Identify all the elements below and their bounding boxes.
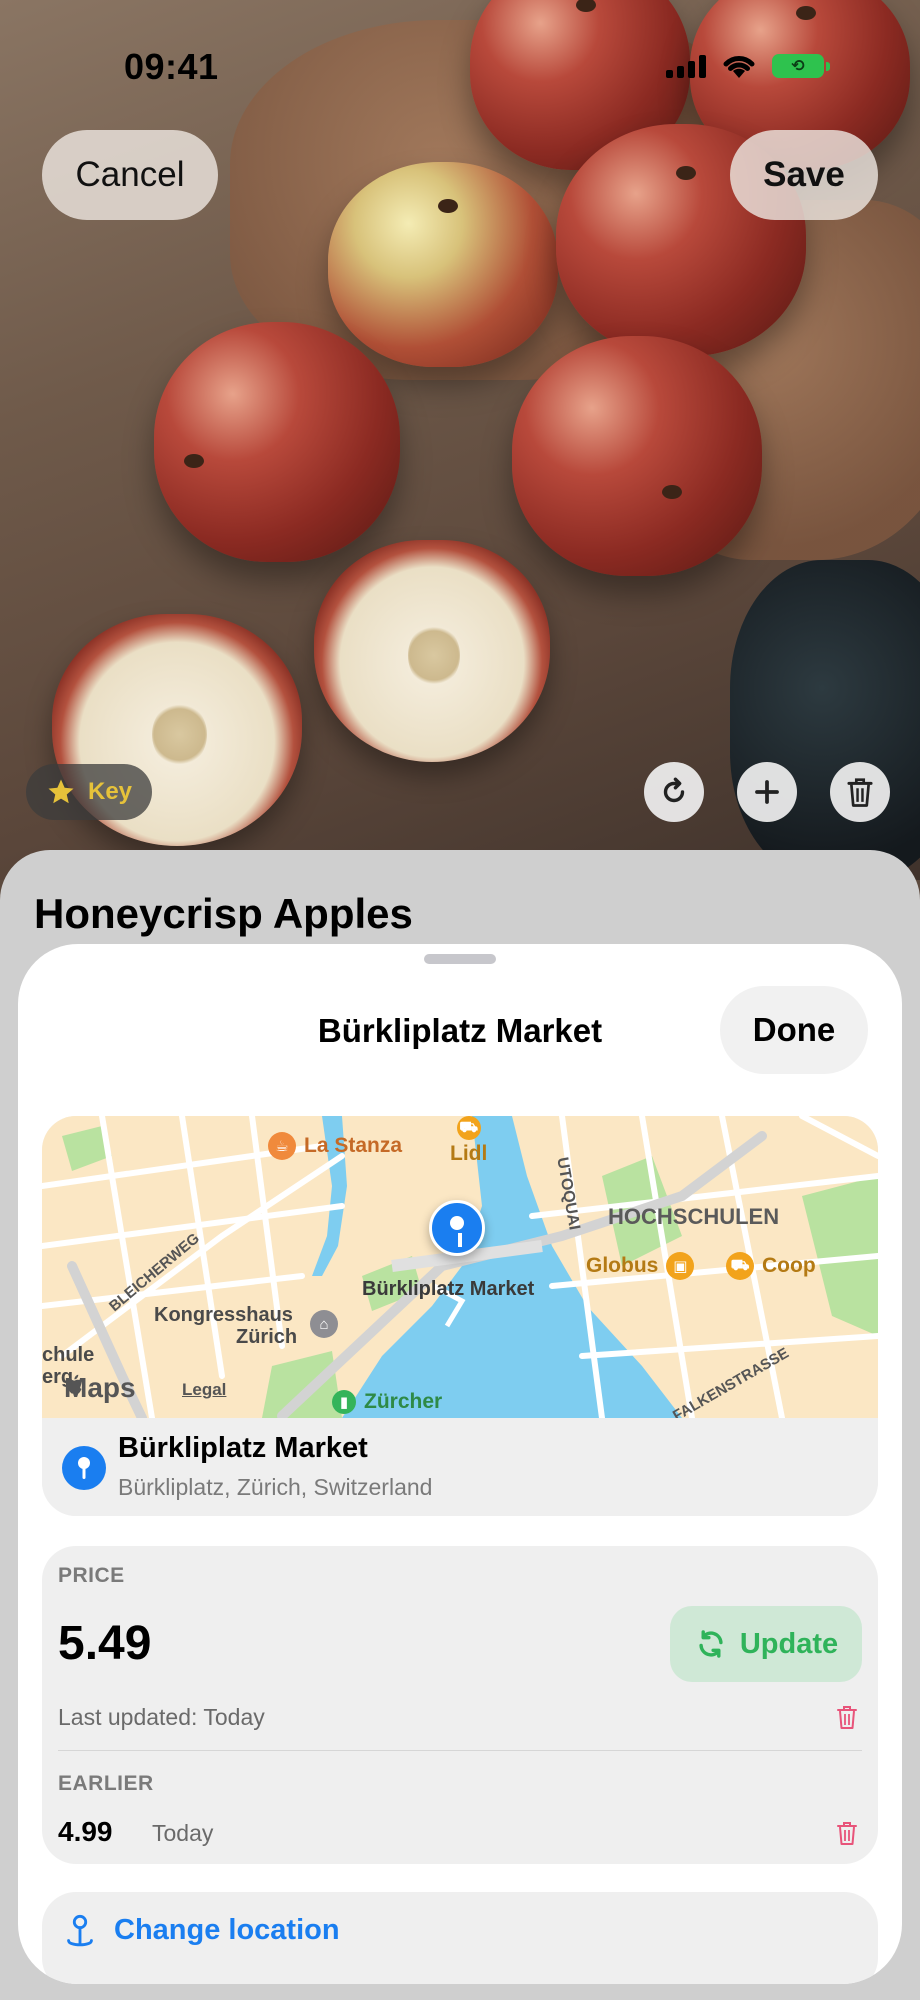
- pin-label: Bürkliplatz Market: [362, 1278, 535, 1300]
- apple-half-shape: [314, 540, 550, 762]
- status-icons: ⟲: [666, 52, 830, 80]
- apple-shape: [328, 162, 558, 367]
- update-price-button[interactable]: Update: [670, 1606, 862, 1682]
- cancel-button[interactable]: Cancel: [42, 130, 218, 220]
- change-location-label: Change location: [114, 1914, 340, 1946]
- shopping-icon: ▣: [666, 1252, 695, 1280]
- wifi-icon: [723, 56, 755, 78]
- earlier-price-value: 4.99: [58, 1816, 113, 1847]
- apple-shape: [512, 336, 762, 576]
- poi-lidl[interactable]: ⛟ Lidl: [450, 1116, 487, 1166]
- location-address: Bürkliplatz, Zürich, Switzerland: [118, 1474, 433, 1500]
- earlier-section-label: EARLIER: [58, 1772, 154, 1795]
- cloth-shape: [730, 560, 920, 880]
- apple-shape: [154, 322, 400, 562]
- update-label: Update: [739, 1627, 839, 1660]
- key-photo-badge[interactable]: Key: [26, 764, 153, 820]
- location-sheet: Bürkliplatz Market Done ☕ La Stanza ⛟ Li…: [18, 944, 902, 1984]
- poi-kongresshaus[interactable]: ⌂: [310, 1310, 338, 1338]
- poi-globus[interactable]: ▣ Globus: [586, 1252, 695, 1280]
- location-card: ☕ La Stanza ⛟ Lidl UTOQUAI HOCHSCHULEN B…: [42, 1116, 878, 1516]
- trash-icon: [837, 1822, 857, 1845]
- apple-maps-logo: Maps: [64, 1372, 136, 1404]
- price-card: PRICE 5.49 Update Last updated: Today EA…: [42, 1546, 878, 1864]
- cart-icon: ⛟: [726, 1252, 754, 1280]
- trash-icon: [837, 1706, 857, 1729]
- kongresshaus-label-line2: Zürich: [236, 1326, 298, 1348]
- refresh-icon: [699, 1630, 723, 1658]
- poi-la-stanza[interactable]: ☕ La Stanza: [268, 1132, 402, 1160]
- location-map[interactable]: ☕ La Stanza ⛟ Lidl UTOQUAI HOCHSCHULEN B…: [42, 1116, 878, 1418]
- price-divider: [58, 1750, 862, 1751]
- location-pin-icon[interactable]: [429, 1200, 485, 1256]
- star-icon: [48, 779, 74, 804]
- cellular-signal-icon: [666, 54, 706, 78]
- earlier-price-date: Today: [152, 1820, 214, 1846]
- area-label-chule: chule: [42, 1344, 95, 1366]
- delete-earlier-price-button[interactable]: [832, 1818, 862, 1848]
- item-title: Honeycrisp Apples: [34, 890, 413, 937]
- change-location-button[interactable]: Change location: [42, 1892, 878, 1984]
- location-row[interactable]: Bürkliplatz Market Bürkliplatz, Zürich, …: [42, 1418, 878, 1516]
- sheet-grabber[interactable]: [424, 954, 496, 964]
- delete-photo-button[interactable]: [830, 762, 890, 822]
- rotate-button[interactable]: [644, 762, 704, 822]
- plus-icon: [755, 780, 779, 804]
- poi-zurcher[interactable]: ▮ Zürcher: [332, 1390, 442, 1414]
- cart-icon: ⛟: [456, 1116, 481, 1140]
- poi-coop[interactable]: ⛟ Coop: [726, 1252, 816, 1280]
- last-updated-text: Last updated: Today: [58, 1704, 265, 1730]
- delete-current-price-button[interactable]: [832, 1702, 862, 1732]
- venue-icon: ⌂: [310, 1310, 338, 1338]
- price-value[interactable]: 5.49: [58, 1616, 151, 1671]
- done-button[interactable]: Done: [720, 986, 868, 1074]
- status-time: 09:41: [124, 46, 219, 87]
- save-button[interactable]: Save: [730, 130, 878, 220]
- apple-logo-icon: [67, 1374, 82, 1394]
- trash-icon: [847, 778, 873, 807]
- add-photo-button[interactable]: [737, 762, 797, 822]
- rotate-icon: [663, 777, 685, 803]
- price-section-label: PRICE: [58, 1564, 125, 1587]
- area-label-hochschulen: HOCHSCHULEN: [608, 1204, 780, 1229]
- key-label: Key: [88, 778, 133, 805]
- park-icon: ▮: [332, 1390, 356, 1414]
- map-pin-icon: [67, 1914, 93, 1947]
- legal-link[interactable]: Legal: [182, 1380, 226, 1400]
- cafe-icon: ☕: [268, 1132, 296, 1160]
- location-pin-icon: [62, 1446, 106, 1490]
- battery-charging-icon: ⟲: [772, 54, 830, 78]
- location-name: Bürkliplatz Market: [118, 1432, 368, 1464]
- kongresshaus-label-line1: Kongresshaus: [154, 1304, 293, 1326]
